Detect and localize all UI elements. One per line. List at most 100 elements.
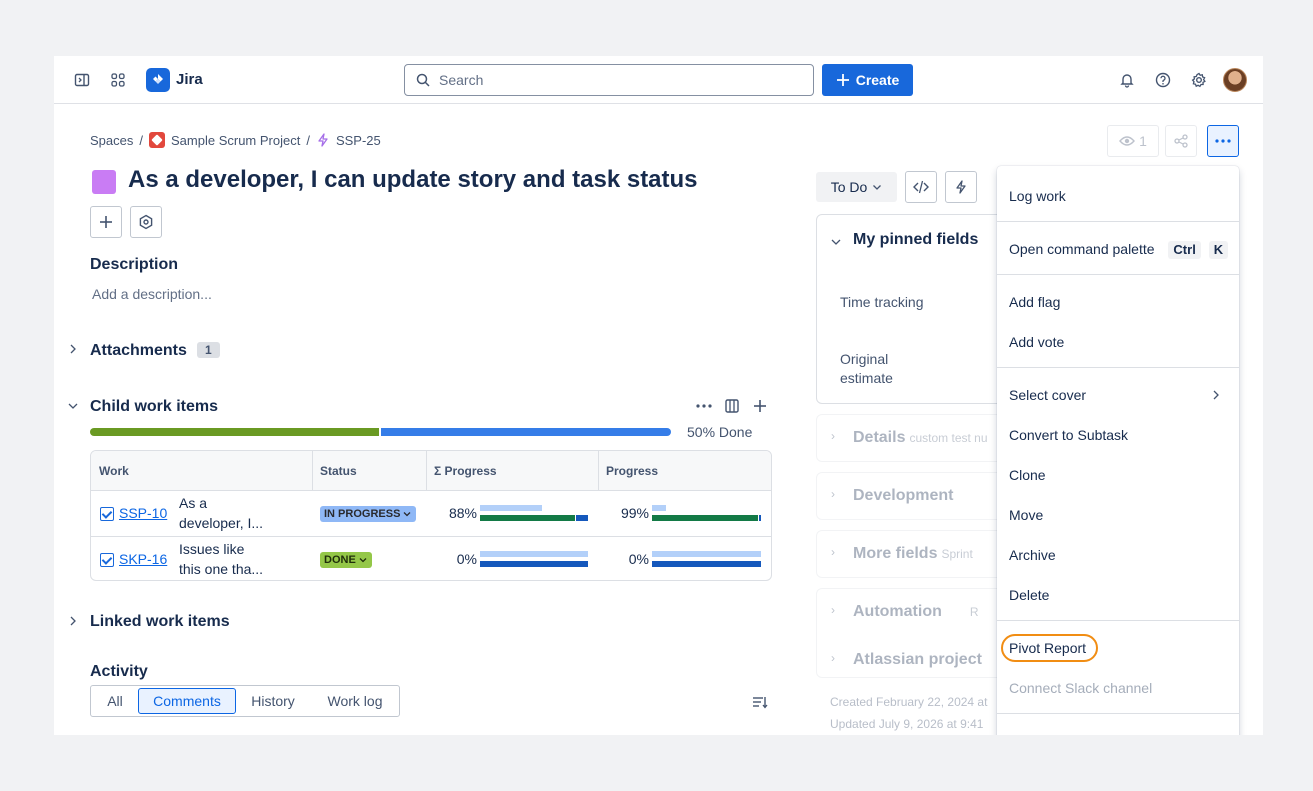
work-item-key[interactable]: SKP-16 xyxy=(119,551,167,567)
notifications-bell-icon[interactable] xyxy=(1117,70,1137,90)
menu-item-connect-slack: Connect Slack channel xyxy=(1009,680,1153,696)
create-label: Create xyxy=(855,72,900,88)
share-icon xyxy=(1174,134,1188,148)
sort-icon[interactable] xyxy=(750,692,770,712)
settings-gear-icon[interactable] xyxy=(1189,70,1209,90)
column-header-status[interactable]: Status xyxy=(320,464,357,478)
remaining-time-bar xyxy=(759,515,761,521)
table-header: Work Status Σ Progress Progress xyxy=(91,451,771,491)
status-badge[interactable]: IN PROGRESS xyxy=(320,506,417,522)
activity-tabs: All Comments History Work log xyxy=(90,685,400,717)
create-button[interactable]: Create xyxy=(822,64,913,96)
remaining-time-bar xyxy=(480,561,588,567)
chevron-down-icon[interactable] xyxy=(68,400,78,414)
tab-comments[interactable]: Comments xyxy=(138,688,236,714)
section-label: Details xyxy=(853,429,906,446)
label-line: Original xyxy=(840,351,889,367)
status-label: DONE xyxy=(324,554,356,566)
remaining-time-bar xyxy=(652,561,761,567)
chevron-right-icon[interactable] xyxy=(68,615,78,629)
watch-button[interactable]: 1 xyxy=(1107,125,1159,157)
menu-item-delete[interactable]: Delete xyxy=(997,575,1239,615)
section-label: Development xyxy=(853,487,954,504)
work-type-icon[interactable] xyxy=(92,170,116,194)
menu-item-archive[interactable]: Archive xyxy=(997,535,1239,575)
more-horizontal-icon xyxy=(1215,139,1231,143)
menu-item-add-flag[interactable]: Add flag xyxy=(997,282,1239,322)
breadcrumb-spaces[interactable]: Spaces xyxy=(90,133,133,148)
app-switcher-icon[interactable] xyxy=(108,70,128,90)
sum-progress-value: 88% xyxy=(448,505,477,521)
tab-work-log[interactable]: Work log xyxy=(313,686,397,716)
chevron-right-icon xyxy=(1213,390,1219,400)
status-value: To Do xyxy=(830,179,868,195)
menu-item-clone[interactable]: Clone xyxy=(997,455,1239,495)
remaining-progress-bar xyxy=(381,428,671,436)
menu-item-convert-to-subtask[interactable]: Convert to Subtask xyxy=(997,415,1239,455)
more-actions-button[interactable] xyxy=(1207,125,1239,157)
section-sub: custom test nu xyxy=(909,431,988,445)
progress-value: 0% xyxy=(628,551,649,567)
apps-button[interactable] xyxy=(130,206,162,238)
breadcrumb-separator: / xyxy=(139,132,143,148)
table-row[interactable]: SKP-16 Issues like this one tha... DONE … xyxy=(91,536,771,580)
menu-item-pivot-report[interactable]: Pivot Report xyxy=(997,628,1239,668)
work-item-summary[interactable]: Issues like this one tha... xyxy=(179,539,279,579)
summary-line: As a xyxy=(179,495,208,511)
status-label: IN PROGRESS xyxy=(324,508,401,520)
tab-all[interactable]: All xyxy=(95,686,135,716)
updated-date: Updated July 9, 2026 at 9:41 xyxy=(830,717,984,731)
status-dropdown[interactable]: To Do xyxy=(816,172,897,202)
column-header-sum-progress[interactable]: Σ Progress xyxy=(434,464,497,478)
automation-section[interactable]: › Automation R › Atlassian project xyxy=(816,588,1016,678)
column-header-progress[interactable]: Progress xyxy=(606,464,658,478)
development-section[interactable]: › Development xyxy=(816,472,1016,520)
add-child-icon[interactable] xyxy=(750,396,770,416)
chevron-down-icon[interactable] xyxy=(831,234,841,252)
more-options-icon[interactable] xyxy=(694,396,714,416)
lightning-icon xyxy=(956,180,966,194)
chevron-right-icon[interactable] xyxy=(68,343,78,357)
linked-items-heading[interactable]: Linked work items xyxy=(90,613,230,631)
logged-time-bar xyxy=(480,515,575,521)
status-badge[interactable]: DONE xyxy=(320,552,372,568)
menu-item-command-palette[interactable]: Open command palette Ctrl K xyxy=(997,229,1239,269)
menu-item-log-work[interactable]: Log work xyxy=(997,176,1239,216)
details-section[interactable]: › Details custom test nu xyxy=(816,414,1016,462)
breadcrumb-project[interactable]: Sample Scrum Project xyxy=(171,133,300,148)
time-tracking-label: Time tracking xyxy=(840,294,924,310)
column-header-work[interactable]: Work xyxy=(99,464,129,478)
work-item-key[interactable]: SSP-10 xyxy=(119,505,167,521)
jira-logo-icon[interactable] xyxy=(146,68,170,92)
menu-item-label: Select cover xyxy=(1009,387,1087,403)
attachments-heading[interactable]: Attachments xyxy=(90,342,187,360)
add-button[interactable] xyxy=(90,206,122,238)
search-input[interactable]: Search xyxy=(404,64,814,96)
summary-line: Issues like xyxy=(179,541,245,557)
estimate-bar xyxy=(480,551,588,557)
more-fields-section[interactable]: › More fields Sprint xyxy=(816,530,1016,578)
tab-history[interactable]: History xyxy=(241,686,305,716)
summary-line: developer, I... xyxy=(179,515,264,531)
work-item-summary[interactable]: As a developer, I... xyxy=(179,493,279,533)
automation-button[interactable] xyxy=(945,171,977,203)
app-name[interactable]: Jira xyxy=(176,71,203,88)
pinned-fields-heading[interactable]: My pinned fields xyxy=(853,231,978,249)
breadcrumb-separator: / xyxy=(306,132,310,148)
sidebar-toggle-icon[interactable] xyxy=(72,70,92,90)
table-row[interactable]: SSP-10 As a developer, I... IN PROGRESS … xyxy=(91,491,771,536)
hexagon-cog-icon xyxy=(139,214,153,230)
section-label: Automation xyxy=(853,603,942,620)
share-button[interactable] xyxy=(1165,125,1197,157)
app-frame: Jira Search Create Spaces / Sample Scrum… xyxy=(54,56,1263,735)
description-placeholder[interactable]: Add a description... xyxy=(92,286,212,302)
menu-item-move[interactable]: Move xyxy=(997,495,1239,535)
breadcrumb-issue-key[interactable]: SSP-25 xyxy=(336,133,381,148)
menu-item-select-cover[interactable]: Select cover xyxy=(997,375,1239,415)
columns-icon[interactable] xyxy=(722,396,742,416)
help-icon[interactable] xyxy=(1153,70,1173,90)
menu-item-add-vote[interactable]: Add vote xyxy=(997,322,1239,362)
user-avatar[interactable] xyxy=(1223,68,1247,92)
code-button[interactable] xyxy=(905,171,937,203)
issue-title[interactable]: As a developer, I can update story and t… xyxy=(128,166,698,194)
